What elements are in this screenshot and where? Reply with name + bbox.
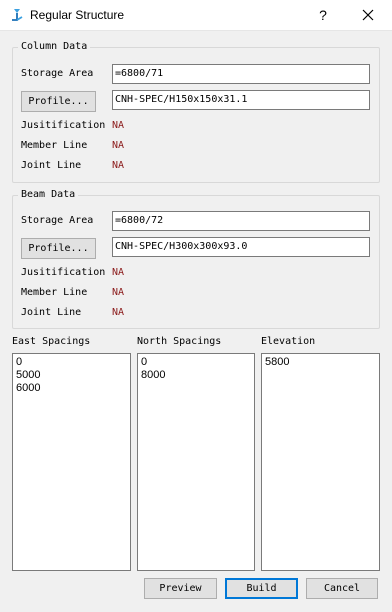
column-joint-line-label: Joint Line [21,160,82,171]
beam-storage-label: Storage Area [21,215,94,226]
cancel-button[interactable]: Cancel [306,578,378,599]
preview-button[interactable]: Preview [144,578,217,599]
list-item[interactable]: 6000 [16,382,130,395]
list-item[interactable]: 5800 [265,356,379,369]
list-item[interactable]: 8000 [141,369,254,382]
column-member-line-value: NA [112,140,125,151]
column-justification-label: Jusitification [21,120,106,131]
beam-profile-button[interactable]: Profile... [21,238,96,259]
beam-profile-field[interactable]: CNH-SPEC/H300x300x93.0 [112,237,370,257]
column-profile-field[interactable]: CNH-SPEC/H150x150x31.1 [112,90,370,110]
east-spacings-list[interactable]: 0 5000 6000 [12,353,131,571]
column-member-line-label: Member Line [21,140,88,151]
elevation-list[interactable]: 5800 [261,353,380,571]
app-icon [12,9,23,21]
beam-storage-field[interactable]: =6800/72 [112,211,370,231]
beam-joint-line-label: Joint Line [21,307,82,318]
north-spacings-label: North Spacings [137,336,222,347]
beam-data-title: Beam Data [18,189,79,200]
beam-justification-label: Jusitification [21,267,106,278]
build-button[interactable]: Build [225,578,298,599]
column-justification-value: NA [112,120,125,131]
elevation-label: Elevation [261,336,316,347]
beam-justification-value: NA [112,267,125,278]
beam-member-line-label: Member Line [21,287,88,298]
close-button[interactable] [354,3,382,27]
close-icon [362,9,374,21]
help-button[interactable]: ? [310,3,336,27]
list-item[interactable]: 5000 [16,369,130,382]
east-spacings-label: East Spacings [12,336,91,347]
list-item[interactable]: 0 [141,356,254,369]
beam-joint-line-value: NA [112,307,125,318]
window-title: Regular Structure [30,8,125,22]
column-profile-button[interactable]: Profile... [21,91,96,112]
title-bar: Regular Structure ? [0,0,392,31]
column-storage-label: Storage Area [21,68,94,79]
column-data-title: Column Data [18,41,91,52]
beam-member-line-value: NA [112,287,125,298]
column-storage-field[interactable]: =6800/71 [112,64,370,84]
column-joint-line-value: NA [112,160,125,171]
list-item[interactable]: 0 [16,356,130,369]
north-spacings-list[interactable]: 0 8000 [137,353,255,571]
